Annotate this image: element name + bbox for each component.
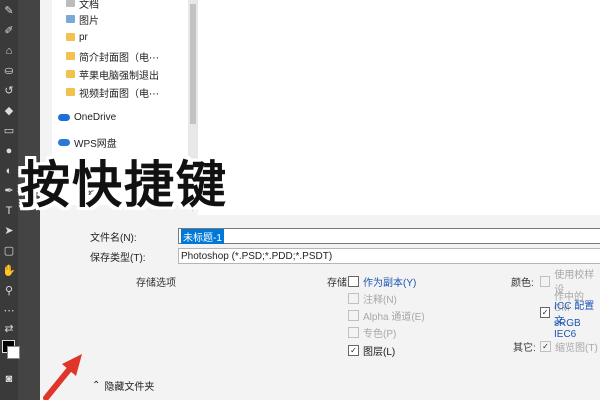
stamp-tool-icon[interactable]: ⛀ <box>2 64 16 78</box>
other-label: 其它: <box>513 343 536 354</box>
nav-item-mac-force-quit[interactable]: 苹果电脑强制退出 <box>66 67 159 82</box>
pictures-folder-icon <box>66 15 75 23</box>
color-label: 颜色: <box>511 278 534 289</box>
file-list-area[interactable] <box>198 0 600 215</box>
history-brush-icon[interactable]: ↺ <box>2 84 16 98</box>
nav-item-documents[interactable]: 文档 <box>66 0 99 11</box>
filename-row: 文件名(N): 未标题-1 <box>90 228 600 244</box>
scrollbar-thumb[interactable] <box>190 4 196 124</box>
gradient-tool-icon[interactable]: ▭ <box>2 124 16 138</box>
brush-tool-icon[interactable]: ✎ <box>2 4 16 18</box>
alpha-checkbox <box>348 309 359 321</box>
filetype-label: 保存类型(T): <box>90 252 146 264</box>
zoom-tool-icon[interactable]: ⚲ <box>2 284 16 298</box>
background-color-swatch[interactable] <box>7 346 20 359</box>
layers-option[interactable]: ✓ 图层(L) <box>348 343 395 358</box>
thumbnail-option: ✓ 缩览图(T) <box>540 339 598 354</box>
notes-option: 注释(N) <box>348 291 397 306</box>
overlay-title: 按快捷键 <box>20 156 228 214</box>
pen-tool-icon[interactable]: ✒ <box>2 184 16 198</box>
nav-item-pictures[interactable]: 图片 <box>66 12 99 27</box>
clone-stamp-tool-icon[interactable]: ⌂ <box>2 44 16 58</box>
onedrive-cloud-icon <box>58 113 70 121</box>
proof-option: 使用校样设 <box>540 270 600 296</box>
alpha-option: Alpha 通道(E) <box>348 308 425 323</box>
hide-folders-toggle[interactable]: ⌃ 隐藏文件夹 <box>92 378 154 393</box>
nav-item-intro-cover[interactable]: 简介封面图（电⋯ <box>66 49 159 64</box>
filename-value: 未标题-1 <box>181 228 224 244</box>
type-tool-icon[interactable]: T <box>2 204 16 218</box>
filetype-value: Photoshop (*.PSD;*.PDD;*.PSDT) <box>181 250 333 262</box>
filename-label: 文件名(N): <box>90 232 137 244</box>
filetype-select[interactable]: Photoshop (*.PSD;*.PDD;*.PSDT) <box>178 248 600 264</box>
folder-icon <box>66 88 75 96</box>
proof-checkbox <box>540 275 551 287</box>
document-folder-icon <box>66 0 75 7</box>
as-copy-option[interactable]: 作为副本(Y) <box>348 274 416 289</box>
save-options-heading: 存储选项 <box>136 278 176 289</box>
filetype-row: 保存类型(T): Photoshop (*.PSD;*.PDD;*.PSDT) <box>90 248 600 264</box>
save-label: 存储: <box>327 278 350 289</box>
nav-item-onedrive[interactable]: OneDrive <box>58 110 116 124</box>
eraser-tool-icon[interactable]: ◆ <box>2 104 16 118</box>
spot-option: 专色(P) <box>348 325 396 340</box>
icc-checkbox[interactable]: ✓ <box>540 306 551 318</box>
folder-icon <box>66 33 75 41</box>
thumbnail-checkbox: ✓ <box>540 340 551 352</box>
red-arrow-annotation <box>43 354 82 400</box>
nav-item-pr[interactable]: pr <box>66 30 88 44</box>
blur-tool-icon[interactable]: ● <box>2 144 16 158</box>
notes-checkbox <box>348 292 359 304</box>
filename-input[interactable]: 未标题-1 <box>178 228 600 244</box>
hand-tool-icon[interactable]: ✋ <box>2 264 16 278</box>
more-tools-icon[interactable]: ⋯ <box>2 304 16 318</box>
nav-item-video-cover[interactable]: 视频封面图（电⋯ <box>66 85 159 100</box>
quick-mask-icon[interactable]: ◙ <box>2 372 16 386</box>
layers-checkbox[interactable]: ✓ <box>348 344 359 356</box>
dodge-tool-icon[interactable]: ◐ <box>2 164 16 178</box>
swap-colors-icon[interactable]: ⇄ <box>2 322 16 336</box>
as-copy-checkbox[interactable] <box>348 275 359 287</box>
icc-option[interactable]: ✓ ICC 配置文 <box>540 301 600 327</box>
folder-icon <box>66 52 75 60</box>
chevron-up-icon: ⌃ <box>92 380 101 391</box>
rectangle-tool-icon[interactable]: ▢ <box>2 244 16 258</box>
spot-checkbox <box>348 326 359 338</box>
icc-profile-name: sRGB IEC6 <box>554 318 581 340</box>
path-select-tool-icon[interactable]: ➤ <box>2 224 16 238</box>
pencil-tool-icon[interactable]: ✐ <box>2 24 16 38</box>
folder-icon <box>66 70 75 78</box>
